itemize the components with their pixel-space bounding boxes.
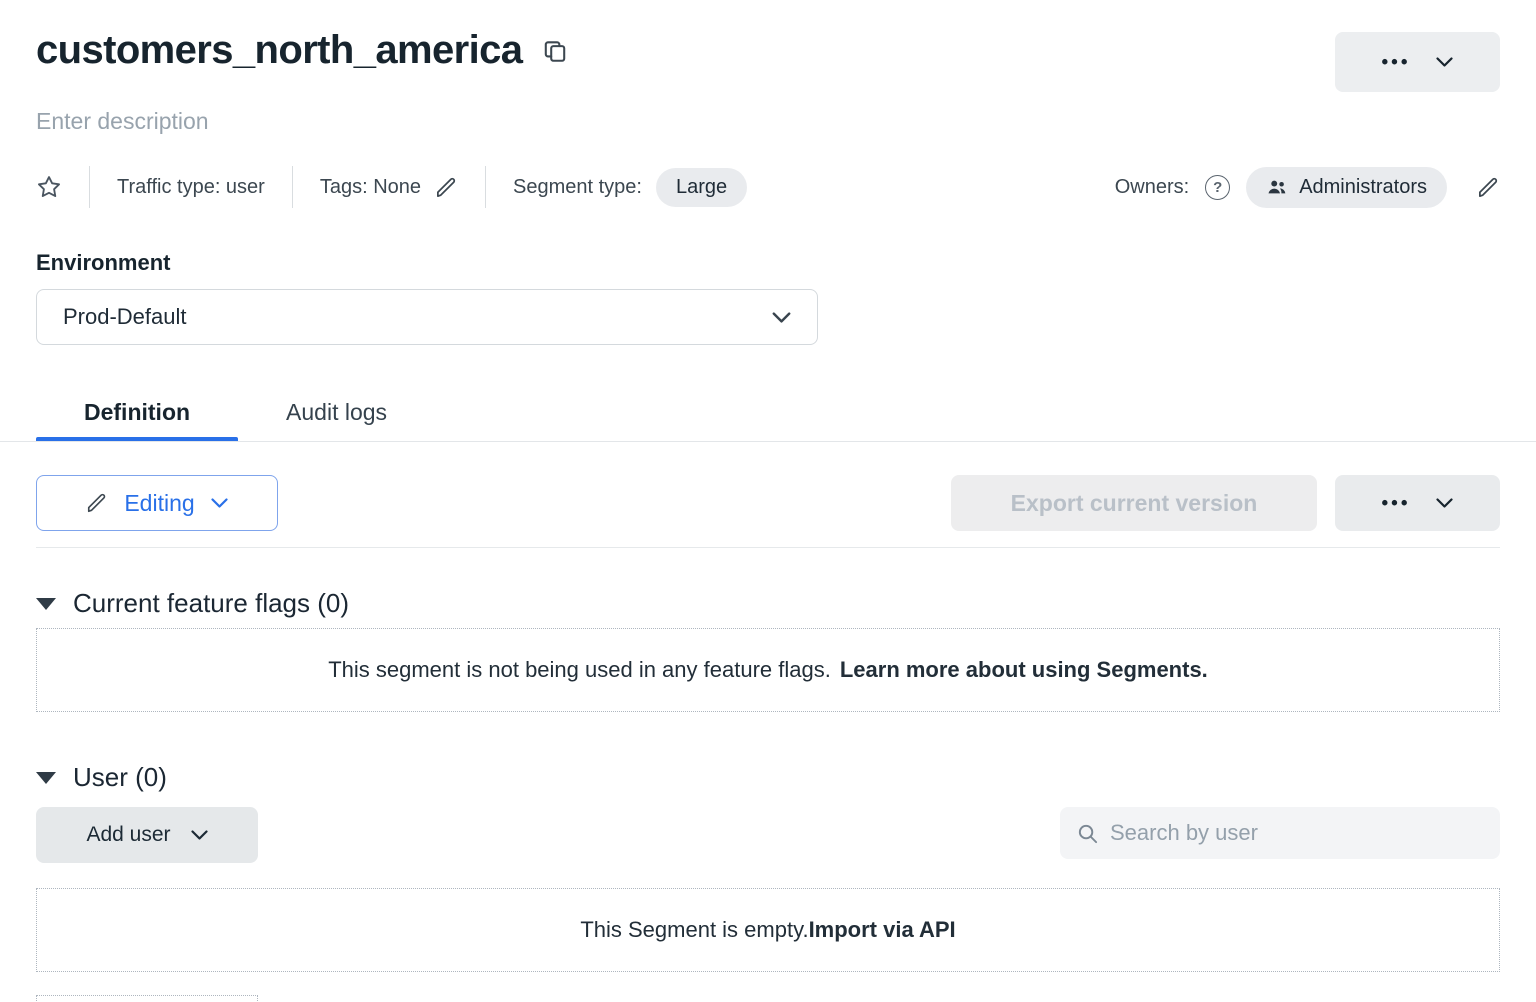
user-search-box: [1060, 807, 1500, 859]
owners-badge[interactable]: Administrators: [1246, 167, 1447, 208]
segment-type-badge: Large: [656, 168, 747, 207]
divider: [89, 166, 90, 208]
tab-audit-logs[interactable]: Audit logs: [238, 383, 435, 441]
traffic-type-label: Traffic type: user: [117, 176, 265, 199]
chevron-down-icon: [191, 830, 208, 840]
editing-label: Editing: [124, 490, 194, 517]
search-icon: [1076, 822, 1099, 845]
definition-more-actions-button[interactable]: •••: [1335, 475, 1500, 531]
divider: [36, 547, 1500, 548]
user-search-input[interactable]: [1110, 820, 1484, 846]
title-row: customers_north_america: [36, 28, 568, 73]
chevron-down-icon: [211, 498, 228, 508]
feature-flags-empty-text: This segment is not being used in any fe…: [328, 657, 831, 683]
chevron-down-icon: [772, 312, 791, 323]
add-user-button[interactable]: Add user: [36, 807, 258, 863]
user-section-header[interactable]: User (0): [36, 762, 167, 793]
divider: [485, 166, 486, 208]
divider: [292, 166, 293, 208]
ellipsis-icon: •••: [1382, 53, 1411, 72]
user-section-title: User (0): [73, 762, 167, 793]
partial-dotted-box: [36, 995, 258, 1002]
edit-owners-pencil-icon[interactable]: [1477, 176, 1500, 199]
tabs-underline: [0, 441, 1536, 442]
tab-definition[interactable]: Definition: [36, 383, 238, 441]
environment-selected-value: Prod-Default: [63, 304, 187, 330]
segment-detail-page: customers_north_america ••• Enter descri…: [0, 0, 1536, 1002]
page-title: customers_north_america: [36, 28, 522, 73]
tags-label: Tags: None: [320, 176, 421, 199]
header-more-actions-button[interactable]: •••: [1335, 32, 1500, 92]
owners-group: Owners: ? Administrators: [1115, 167, 1500, 208]
feature-flags-empty-state: This segment is not being used in any fe…: [36, 628, 1500, 712]
help-circle-icon[interactable]: ?: [1205, 175, 1230, 200]
chevron-down-icon: [1436, 57, 1453, 67]
chevron-down-icon: [1436, 498, 1453, 508]
copy-icon[interactable]: [542, 38, 568, 64]
editing-dropdown-button[interactable]: Editing: [36, 475, 278, 531]
edit-pencil-icon: [86, 492, 108, 514]
star-icon[interactable]: [36, 174, 62, 200]
edit-tags-pencil-icon[interactable]: [435, 176, 458, 199]
caret-down-icon: [36, 772, 56, 784]
segment-type-label: Segment type:: [513, 176, 642, 199]
description-field[interactable]: Enter description: [36, 108, 209, 135]
export-current-version-button[interactable]: Export current version: [951, 475, 1317, 531]
caret-down-icon: [36, 598, 56, 610]
add-user-label: Add user: [86, 823, 170, 847]
tab-bar: Definition Audit logs: [36, 383, 435, 441]
environment-select[interactable]: Prod-Default: [36, 289, 818, 345]
owners-value: Administrators: [1299, 176, 1427, 199]
user-empty-state: This Segment is empty. Import via API: [36, 888, 1500, 972]
meta-row: Traffic type: user Tags: None Segment ty…: [36, 164, 1500, 210]
feature-flags-section-title: Current feature flags (0): [73, 588, 349, 619]
environment-label: Environment: [36, 250, 170, 276]
feature-flags-section-header[interactable]: Current feature flags (0): [36, 588, 349, 619]
learn-more-link[interactable]: Learn more about using Segments.: [840, 657, 1208, 683]
import-via-api-link[interactable]: Import via API: [809, 917, 956, 943]
ellipsis-icon: •••: [1382, 494, 1411, 513]
owners-label: Owners:: [1115, 176, 1189, 199]
people-icon: [1266, 176, 1288, 198]
user-empty-text: This Segment is empty.: [580, 917, 808, 943]
